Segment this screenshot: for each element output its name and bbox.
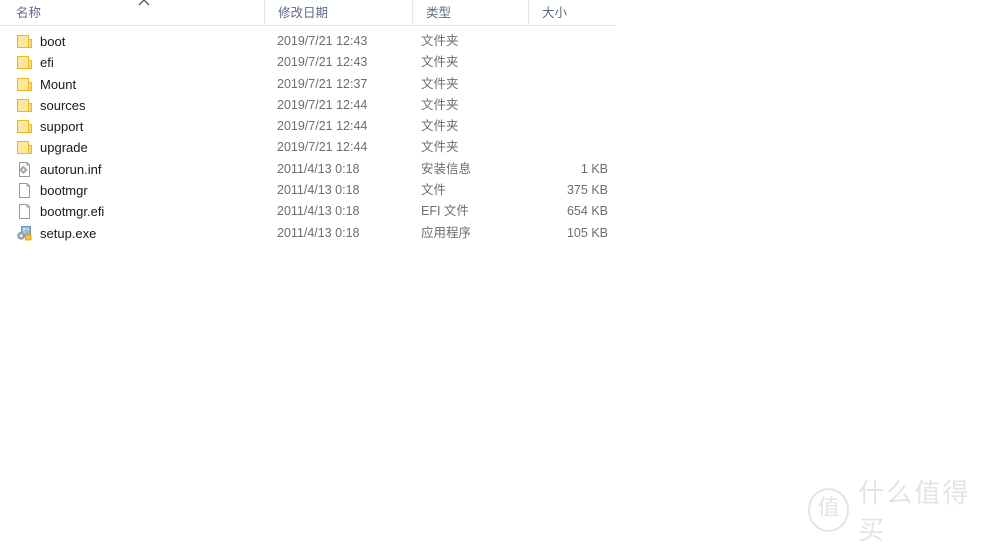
file-size — [505, 95, 608, 116]
file-modified-date: 2019/7/21 12:44 — [277, 97, 368, 112]
file-size: 1 KB — [580, 161, 608, 176]
application-executable-icon — [16, 225, 33, 242]
column-header-date[interactable]: 修改日期 — [264, 0, 412, 26]
file-size — [505, 52, 608, 73]
file-name: support — [40, 119, 84, 135]
chevron-up-icon — [136, 0, 152, 6]
file-row[interactable]: Mount 2019/7/21 12:37 文件夹 — [0, 74, 616, 95]
file-name: sources — [40, 97, 86, 113]
setup-information-file-icon — [16, 161, 33, 178]
file-name: setup.exe — [40, 225, 97, 241]
file-name: bootmgr.efi — [40, 204, 105, 220]
folder-icon — [16, 97, 33, 114]
file-name: Mount — [40, 76, 77, 92]
blank-document-icon — [16, 203, 33, 220]
file-name: efi — [40, 55, 54, 71]
column-header-name[interactable]: 名称 — [0, 0, 264, 26]
file-modified-date: 2019/7/21 12:37 — [277, 76, 368, 91]
blank-document-icon — [16, 182, 33, 199]
file-modified-date: 2019/7/21 12:44 — [277, 140, 368, 155]
column-header-date-label: 修改日期 — [278, 6, 329, 20]
folder-icon — [16, 118, 33, 135]
file-size — [505, 116, 608, 137]
file-row[interactable]: efi 2019/7/21 12:43 文件夹 — [0, 52, 616, 73]
column-header-bar: 名称 修改日期 类型 大小 — [0, 0, 616, 26]
column-header-size-label: 大小 — [542, 6, 568, 20]
file-row[interactable]: upgrade 2019/7/21 12:44 文件夹 — [0, 137, 616, 158]
column-header-type-label: 类型 — [426, 6, 452, 20]
file-row[interactable]: setup.exe 2011/4/13 0:18 应用程序 105 KB — [0, 223, 616, 244]
file-row[interactable]: sources 2019/7/21 12:44 文件夹 — [0, 95, 616, 116]
file-modified-date: 2011/4/13 0:18 — [277, 204, 360, 219]
file-name: autorun.inf — [40, 161, 102, 177]
watermark: 值 什么值得买 — [808, 473, 989, 547]
file-name: bootmgr — [40, 183, 88, 199]
file-row[interactable]: bootmgr.efi 2011/4/13 0:18 EFI 文件 654 KB — [0, 201, 616, 222]
file-size — [505, 31, 608, 52]
file-modified-date: 2019/7/21 12:43 — [277, 55, 368, 70]
file-row[interactable]: bootmgr 2011/4/13 0:18 文件 375 KB — [0, 180, 616, 201]
file-modified-date: 2011/4/13 0:18 — [277, 161, 360, 176]
file-list[interactable]: boot 2019/7/21 12:43 文件夹 efi 2019/7/21 12:43… — [0, 31, 616, 244]
file-size: 654 KB — [566, 204, 608, 219]
watermark-text: 什么值得买 — [858, 479, 971, 546]
file-name: boot — [40, 34, 66, 49]
file-row[interactable]: autorun.inf 2011/4/13 0:18 安装信息 1 KB — [0, 159, 616, 180]
file-size: 375 KB — [566, 183, 608, 198]
column-header-size[interactable]: 大小 — [528, 0, 616, 26]
file-size: 105 KB — [566, 225, 608, 240]
folder-icon — [16, 33, 33, 50]
watermark-logo: 值 — [808, 488, 850, 532]
folder-icon — [16, 76, 33, 93]
file-modified-date: 2011/4/13 0:18 — [277, 183, 360, 198]
file-row[interactable]: boot 2019/7/21 12:43 文件夹 — [0, 31, 616, 52]
folder-icon — [16, 54, 33, 71]
column-header-type[interactable]: 类型 — [412, 0, 528, 26]
file-row[interactable]: support 2019/7/21 12:44 文件夹 — [0, 116, 616, 137]
file-size — [505, 137, 608, 158]
file-name: upgrade — [40, 140, 88, 156]
file-modified-date: 2019/7/21 12:44 — [277, 119, 368, 134]
file-size — [505, 74, 608, 95]
file-modified-date: 2011/4/13 0:18 — [277, 225, 360, 240]
file-modified-date: 2019/7/21 12:43 — [277, 34, 368, 48]
folder-icon — [16, 139, 33, 156]
